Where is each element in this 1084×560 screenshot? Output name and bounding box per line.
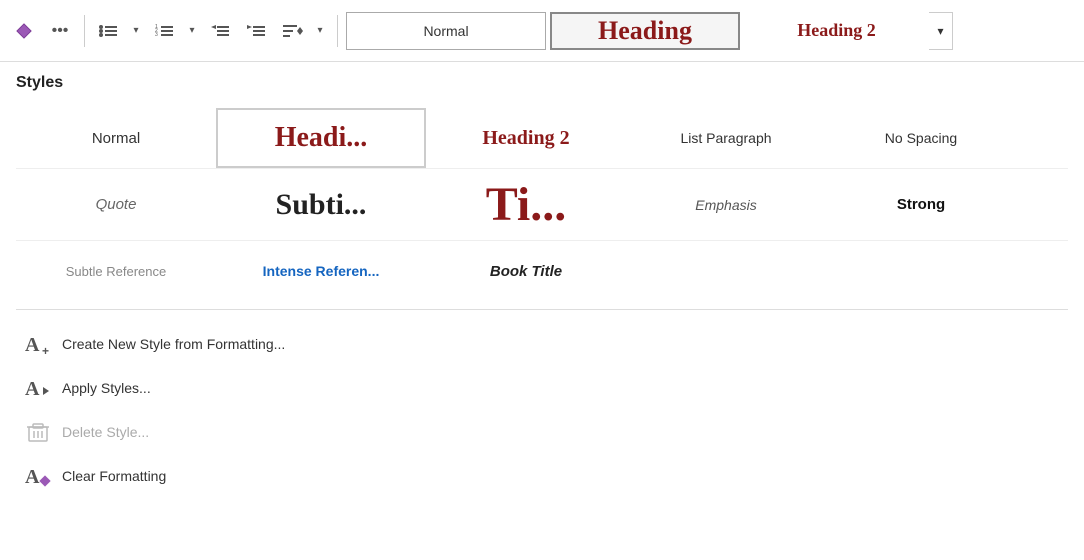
style-subtle-ref-text: Subtle Reference [66,264,166,279]
style-item-no-spacing[interactable]: No Spacing [826,108,1016,168]
style-item-heading2[interactable]: Heading 2 [426,108,626,168]
numbered-list-icon: 1 2 3 [155,23,175,39]
chevron-down-icon: ▾ [937,24,943,38]
style-item-subtitle[interactable]: Subti... [216,169,426,240]
styles-row-2: Quote Subti... Ti... Emphasis Strong [16,169,1068,241]
style-quote-text: Quote [96,196,137,213]
style-heading-dropdown[interactable]: Heading [550,12,740,50]
style-no-spacing-text: No Spacing [885,130,957,146]
style-normal-text: Normal [92,130,140,147]
styles-grid: Normal Headi... Heading 2 List Paragraph… [16,108,1068,301]
style-heading-text: Headi... [275,122,368,154]
create-new-style-button[interactable]: A + Create New Style from Formatting... [16,322,1068,366]
style-list-para-text: List Paragraph [680,130,771,146]
svg-text:A: A [25,466,40,488]
outdent-button[interactable] [205,15,237,47]
delete-style-label: Delete Style... [62,424,149,440]
style-normal-label: Normal [423,23,468,39]
apply-styles-label: Apply Styles... [62,380,151,396]
create-new-style-label: Create New Style from Formatting... [62,336,285,352]
svg-text:A: A [25,334,40,356]
sort-icon [283,23,303,39]
styles-row-1: Normal Headi... Heading 2 List Paragraph… [16,108,1068,169]
style-item-title-large[interactable]: Ti... [426,169,626,240]
style-item-heading[interactable]: Headi... [216,108,426,168]
clear-formatting-label: Clear Formatting [62,468,166,484]
style-item-subtle-ref[interactable]: Subtle Reference [16,241,216,301]
panel-separator [16,309,1068,310]
styles-row-3: Subtle Reference Intense Referen... Book… [16,241,1068,301]
style-item-strong[interactable]: Strong [826,169,1016,240]
clear-formatting-button[interactable]: A Clear Formatting [16,454,1068,498]
svg-text:A: A [25,378,40,400]
style-title-large-text: Ti... [486,177,566,232]
style-heading-label: Heading [598,16,692,46]
diamond-icon [15,22,33,40]
style-heading2-label: Heading 2 [797,20,876,41]
style-normal-dropdown[interactable]: Normal [346,12,546,50]
style-item-list-paragraph[interactable]: List Paragraph [626,108,826,168]
numbered-list-group: 1 2 3 ▾ [149,15,201,47]
delete-style-icon [24,418,52,446]
apply-styles-button[interactable]: A Apply Styles... [16,366,1068,410]
styles-icon-button[interactable] [8,15,40,47]
toolbar: ••• ▾ 1 2 3 ▾ [0,0,1084,62]
style-item-normal[interactable]: Normal [16,108,216,168]
sort-button[interactable] [277,15,309,47]
style-item-intense-ref[interactable]: Intense Referen... [216,241,426,301]
svg-text:+: + [42,344,49,357]
numbered-list-button[interactable]: 1 2 3 [149,15,181,47]
apply-styles-icon: A [24,374,52,402]
style-item-book-title[interactable]: Book Title [426,241,626,301]
outdent-icon [211,23,231,39]
style-item-emphasis[interactable]: Emphasis [626,169,826,240]
numbered-list-dropdown[interactable]: ▾ [183,15,201,47]
styles-panel-title: Styles [16,74,1068,92]
bullet-list-button[interactable] [93,15,125,47]
more-button[interactable]: ••• [44,15,76,47]
styles-chevron-button[interactable]: ▾ [929,12,953,50]
indent-button[interactable] [241,15,273,47]
list-buttons-group: ▾ [93,15,145,47]
delete-style-button[interactable]: Delete Style... [16,410,1068,454]
toolbar-divider-2 [337,15,338,47]
style-heading2-text: Heading 2 [482,127,569,150]
styles-panel: Styles Normal Headi... Heading 2 List Pa… [0,62,1084,510]
create-style-icon: A + [24,330,52,358]
bullet-list-icon [99,23,119,39]
style-emphasis-text: Emphasis [695,197,756,213]
sort-dropdown[interactable]: ▾ [311,15,329,47]
toolbar-divider-1 [84,15,85,47]
svg-text:3: 3 [155,32,158,38]
more-icon: ••• [52,22,69,40]
style-item-quote[interactable]: Quote [16,169,216,240]
clear-formatting-icon: A [24,462,52,490]
style-strong-text: Strong [897,196,945,213]
style-book-title-text: Book Title [490,263,562,280]
bullet-list-dropdown[interactable]: ▾ [127,15,145,47]
indent-icon [247,23,267,39]
sort-group: ▾ [277,15,329,47]
style-heading2-dropdown[interactable]: Heading 2 [744,12,929,50]
style-intense-ref-text: Intense Referen... [263,263,380,279]
style-subtitle-text: Subti... [276,188,367,222]
